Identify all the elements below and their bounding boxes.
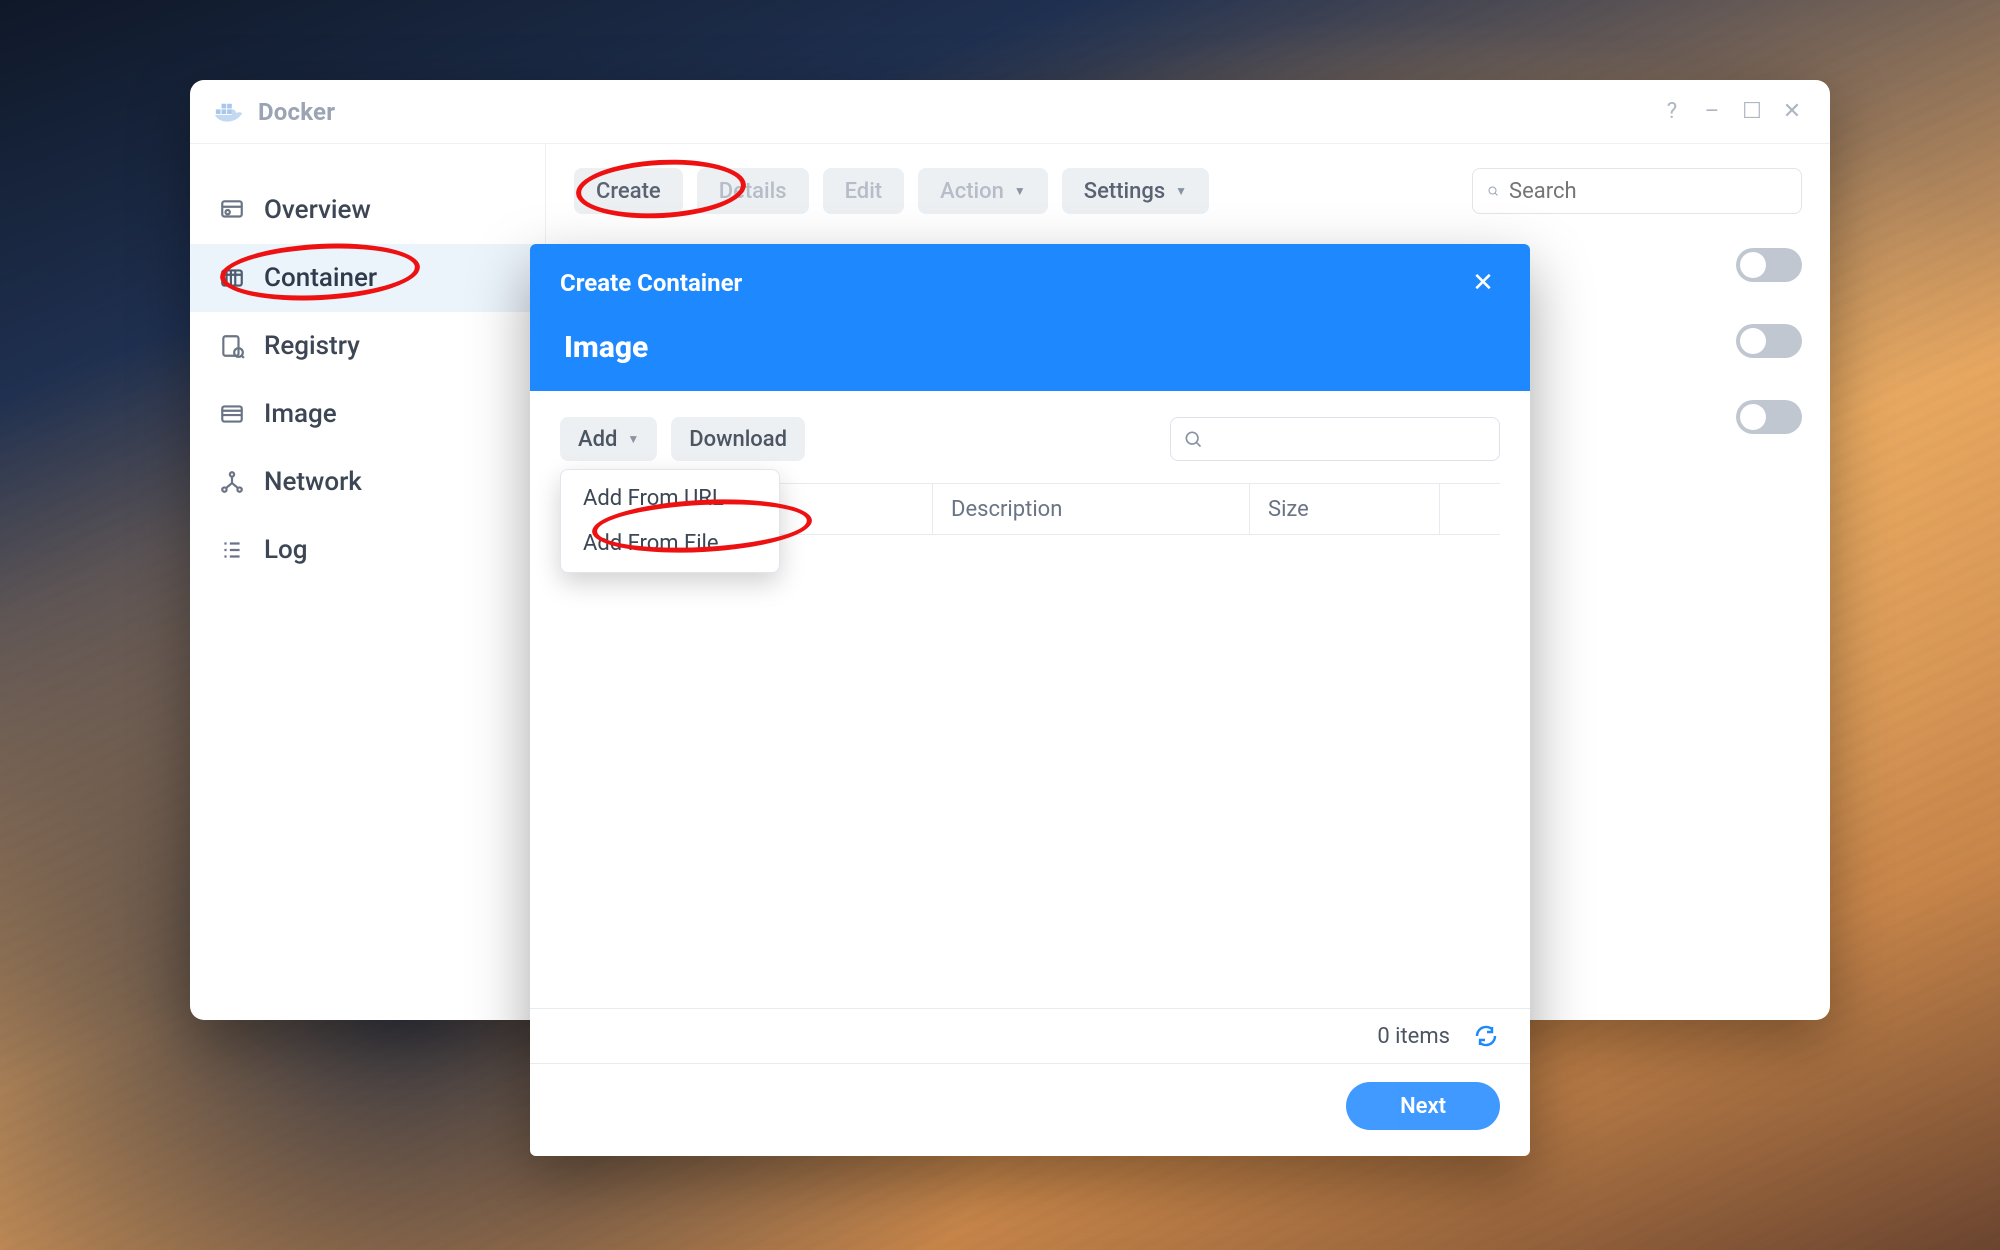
modal-footer: Next: [530, 1064, 1530, 1156]
sidebar-label: Network: [264, 467, 362, 497]
dashboard-icon: [218, 196, 246, 224]
network-icon: [218, 468, 246, 496]
titlebar: Docker ? – ☐ ✕: [190, 80, 1830, 144]
chevron-down-icon: ▼: [1014, 184, 1026, 198]
modal-section-title: Image: [560, 330, 1500, 365]
maximize-button[interactable]: ☐: [1732, 92, 1772, 132]
download-button[interactable]: Download: [671, 417, 805, 461]
settings-button[interactable]: Settings ▼: [1062, 168, 1209, 214]
minimize-button[interactable]: –: [1692, 92, 1732, 132]
add-label: Add: [578, 427, 617, 452]
toolbar-search[interactable]: [1472, 168, 1802, 214]
log-icon: [218, 536, 246, 564]
sidebar-item-network[interactable]: Network: [190, 448, 545, 516]
create-button[interactable]: Create: [574, 168, 683, 214]
chevron-down-icon: ▼: [627, 432, 639, 446]
items-count: 0 items: [1377, 1024, 1450, 1049]
app-title: Docker: [258, 98, 335, 126]
image-icon: [218, 400, 246, 428]
sidebar-item-log[interactable]: Log: [190, 516, 545, 584]
sidebar-label: Image: [264, 399, 337, 429]
details-button[interactable]: Details: [697, 168, 809, 214]
help-button[interactable]: ?: [1652, 92, 1692, 132]
chevron-down-icon: ▼: [1175, 184, 1187, 198]
modal-close-button[interactable]: ✕: [1466, 266, 1500, 300]
action-button[interactable]: Action ▼: [918, 168, 1048, 214]
add-dropdown: Add From URL Add From File: [560, 469, 780, 573]
container-toggle[interactable]: [1736, 324, 1802, 358]
col-description[interactable]: Description: [933, 484, 1250, 534]
action-label: Action: [940, 179, 1004, 204]
refresh-button[interactable]: [1472, 1022, 1500, 1050]
registry-icon: [218, 332, 246, 360]
image-table-body: [560, 535, 1500, 1000]
sidebar-label: Log: [264, 535, 308, 565]
modal-search-input[interactable]: [1203, 427, 1487, 451]
next-button[interactable]: Next: [1346, 1082, 1500, 1130]
docker-logo-icon: [214, 100, 244, 124]
container-toggles: [1736, 248, 1802, 434]
sidebar-label: Container: [264, 263, 377, 293]
container-icon: [218, 264, 246, 292]
modal-title: Create Container: [560, 269, 1466, 297]
add-from-url-item[interactable]: Add From URL: [561, 476, 779, 521]
sidebar-item-image[interactable]: Image: [190, 380, 545, 448]
search-icon: [1183, 429, 1203, 449]
create-container-modal: Create Container ✕ Image Add ▼ Download …: [530, 244, 1530, 1156]
add-button[interactable]: Add ▼: [560, 417, 657, 461]
col-size[interactable]: Size: [1250, 484, 1440, 534]
toolbar: Create Details Edit Action ▼ Settings ▼: [574, 168, 1802, 214]
sidebar-item-overview[interactable]: Overview: [190, 176, 545, 244]
modal-toolbar: Add ▼ Download: [560, 417, 1500, 461]
add-from-file-item[interactable]: Add From File: [561, 521, 779, 566]
settings-label: Settings: [1084, 179, 1165, 204]
sidebar-label: Overview: [264, 195, 371, 225]
sidebar: Overview Container Registry Image: [190, 144, 546, 1020]
container-toggle[interactable]: [1736, 400, 1802, 434]
edit-button[interactable]: Edit: [823, 168, 905, 214]
modal-header: Create Container ✕ Image: [530, 244, 1530, 391]
search-input[interactable]: [1509, 179, 1787, 204]
search-icon: [1487, 181, 1499, 201]
sidebar-label: Registry: [264, 331, 360, 361]
close-window-button[interactable]: ✕: [1772, 92, 1812, 132]
sidebar-item-registry[interactable]: Registry: [190, 312, 545, 380]
container-toggle[interactable]: [1736, 248, 1802, 282]
sidebar-item-container[interactable]: Container: [190, 244, 545, 312]
modal-status-bar: 0 items: [530, 1008, 1530, 1064]
modal-search[interactable]: [1170, 417, 1500, 461]
